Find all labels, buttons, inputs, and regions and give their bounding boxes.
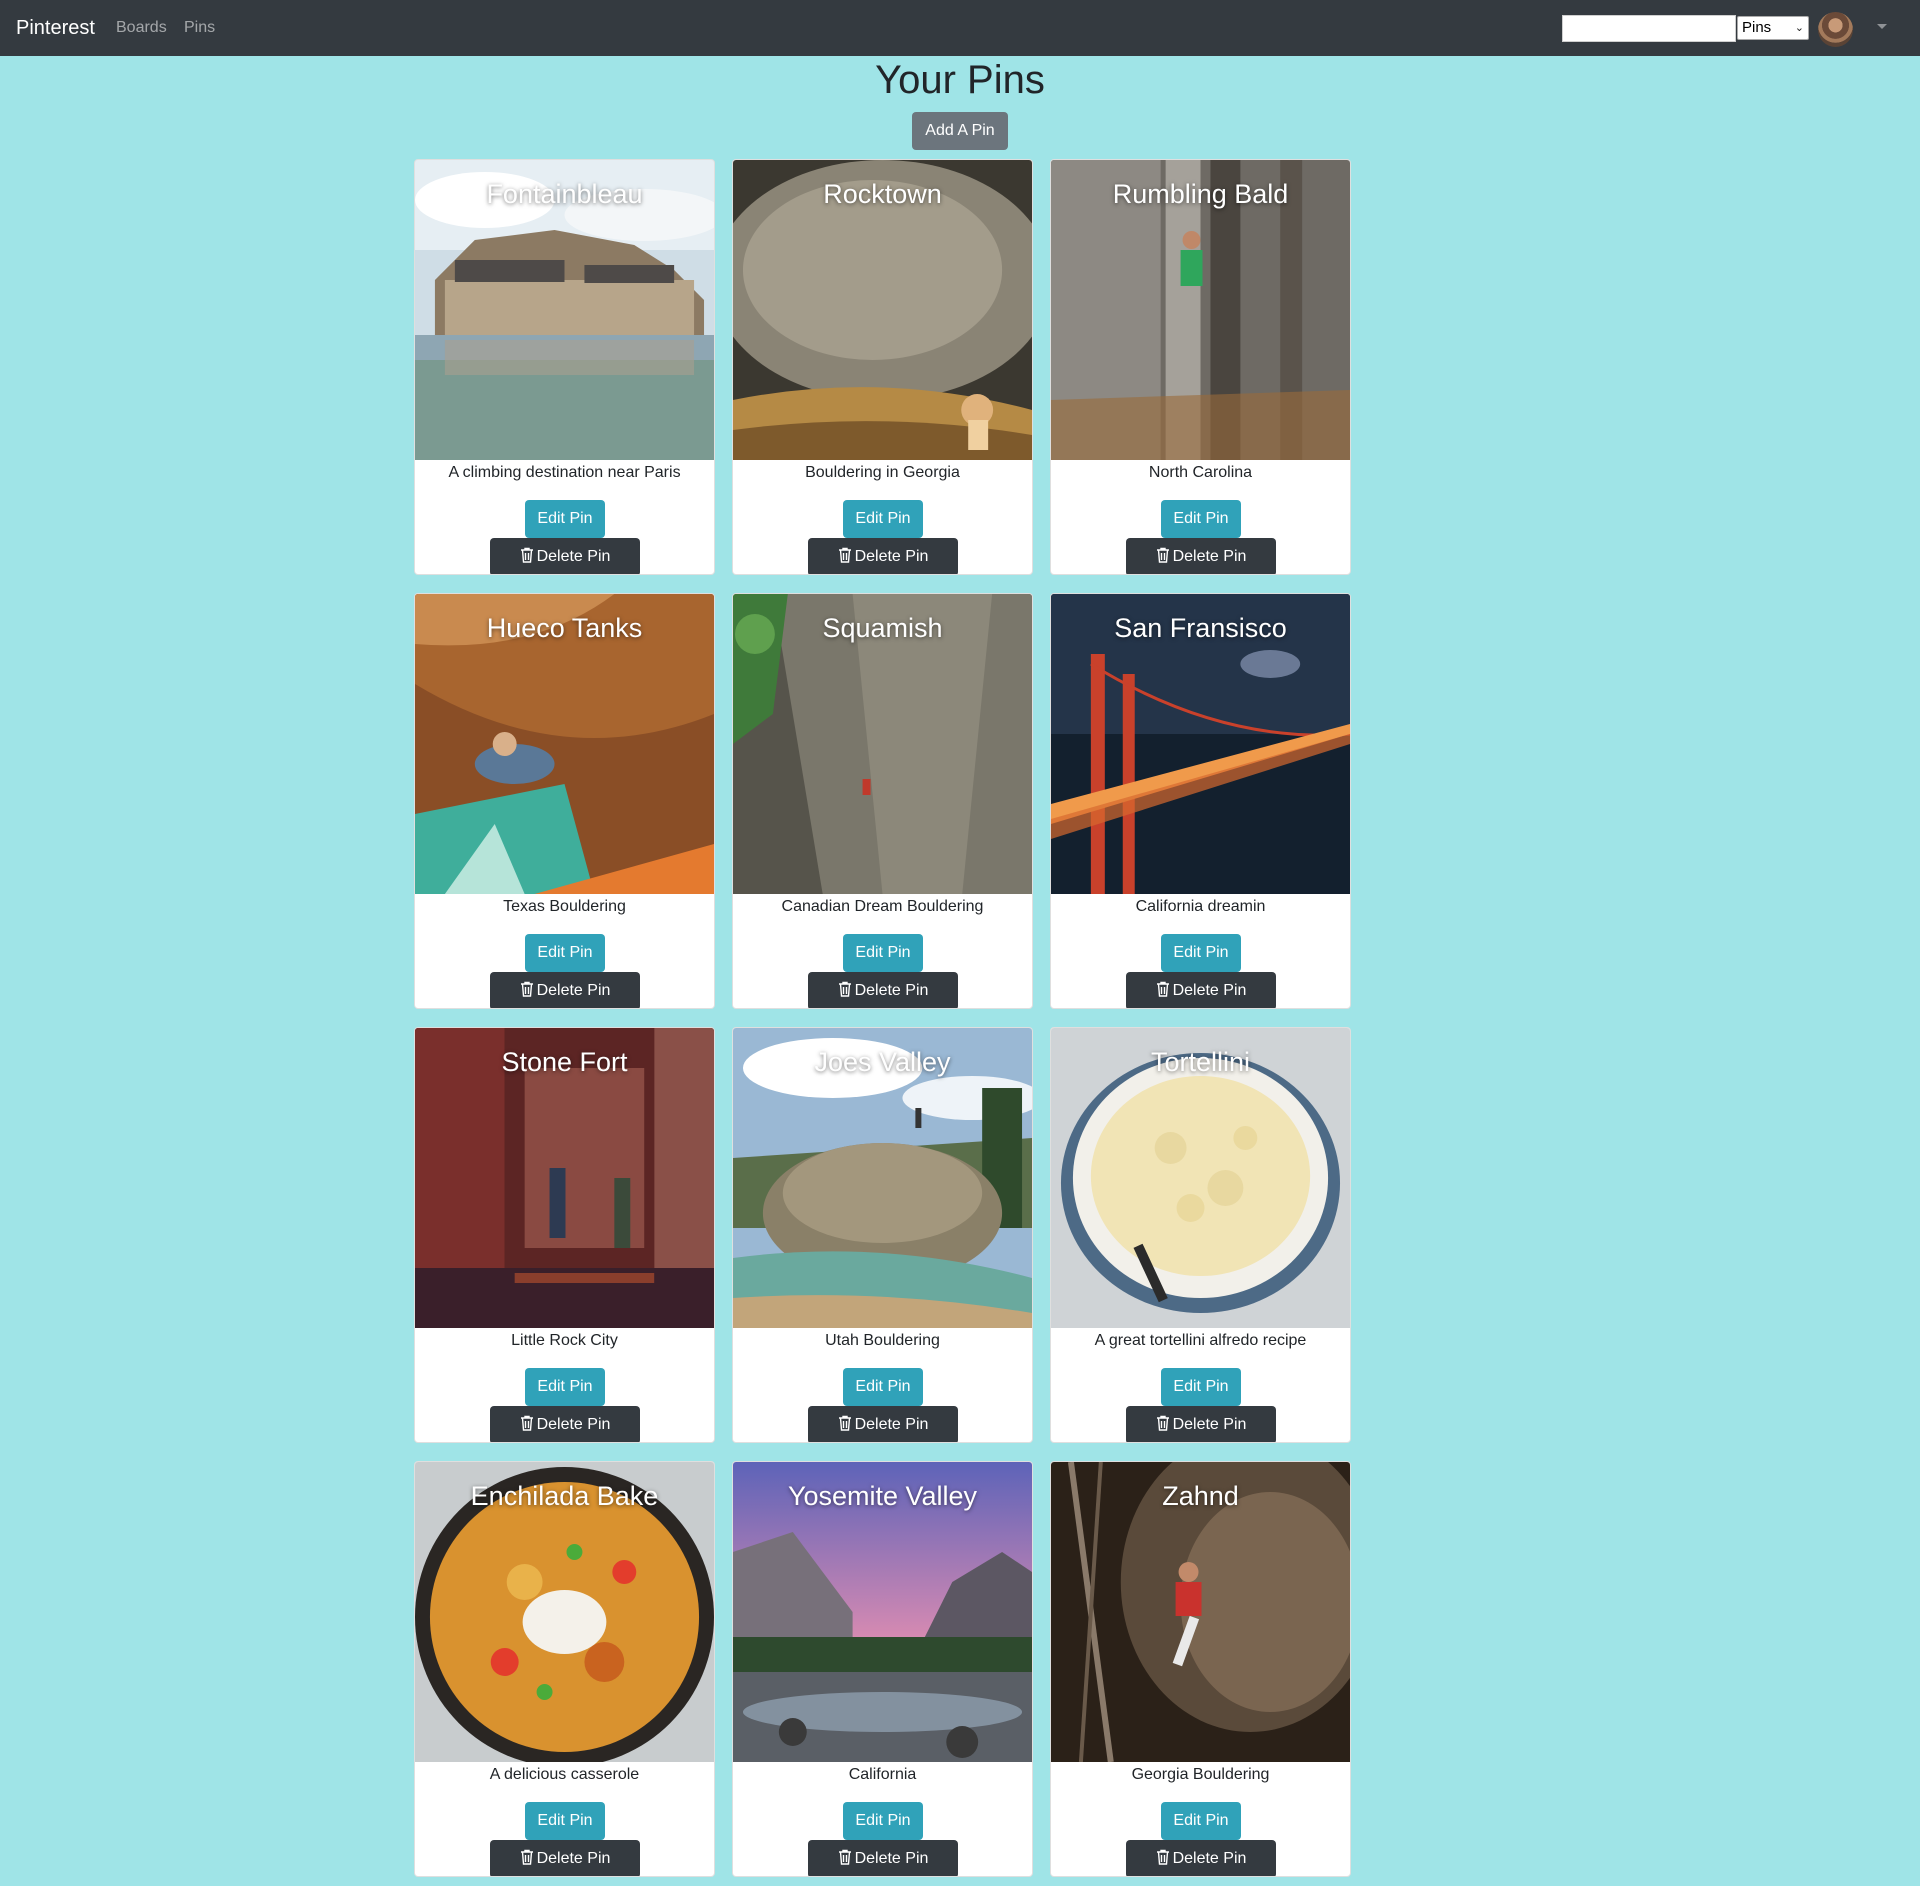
delete-pin-label: Delete Pin [536,1416,611,1433]
delete-pin-label: Delete Pin [1172,548,1247,565]
edit-pin-button[interactable]: Edit Pin [843,934,923,972]
pin-description: A climbing destination near Paris [448,464,681,481]
brand-logo[interactable]: Pinterest [16,15,95,41]
pin-title: Fontainbleau [486,179,643,209]
search-type-select[interactable]: Pins ⌄ [1737,16,1809,40]
edit-pin-button[interactable]: Edit Pin [525,1802,605,1840]
edit-pin-button[interactable]: Edit Pin [525,1368,605,1406]
pin-description: A delicious casserole [489,1766,640,1783]
nav-link-pins[interactable]: Pins [184,18,215,38]
delete-pin-button[interactable]: Delete Pin [490,1406,640,1442]
delete-pin-button[interactable]: Delete Pin [808,538,958,574]
edit-pin-button[interactable]: Edit Pin [1161,1368,1241,1406]
edit-pin-button[interactable]: Edit Pin [843,1802,923,1840]
delete-pin-label: Delete Pin [536,1850,611,1867]
pin-card: Stone Fort Little Rock City Edit Pin Del… [414,1027,715,1443]
delete-pin-label: Delete Pin [536,982,611,999]
delete-pin-label: Delete Pin [536,548,611,565]
pin-description: California dreamin [1135,898,1266,915]
delete-pin-label: Delete Pin [1172,1850,1247,1867]
edit-pin-button[interactable]: Edit Pin [843,1368,923,1406]
delete-pin-button[interactable]: Delete Pin [808,972,958,1008]
pin-description: Bouldering in Georgia [805,464,960,481]
pin-description: California [848,1766,917,1783]
edit-pin-button[interactable]: Edit Pin [525,934,605,972]
pin-card: Fontainbleau A climbing destination near… [414,159,715,575]
delete-pin-label: Delete Pin [854,1416,929,1433]
chevron-down-icon: ⌄ [1794,22,1804,34]
delete-pin-button[interactable]: Delete Pin [1126,1840,1276,1876]
pin-grid: Fontainbleau A climbing destination near… [414,159,1351,1877]
page-title: Your Pins [875,58,1045,102]
delete-pin-button[interactable]: Delete Pin [808,1840,958,1876]
pin-title: Rocktown [823,179,942,209]
trash-icon [520,1415,533,1431]
pin-title: Rumbling Bald [1112,179,1289,209]
search-type-value: Pins [1742,19,1772,36]
delete-pin-label: Delete Pin [854,982,929,999]
pin-card: Enchilada Bake A delicious casserole Edi… [414,1461,715,1877]
pin-title: Stone Fort [501,1047,628,1077]
trash-icon [838,981,851,997]
delete-pin-button[interactable]: Delete Pin [490,972,640,1008]
pin-card: Yosemite Valley California Edit Pin Dele… [732,1461,1033,1877]
delete-pin-label: Delete Pin [1172,1416,1247,1433]
caret-down-icon[interactable] [1877,24,1887,29]
pin-card: Rocktown Bouldering in Georgia Edit Pin … [732,159,1033,575]
trash-icon [838,1849,851,1865]
pin-title: San Fransisco [1114,613,1287,643]
delete-pin-button[interactable]: Delete Pin [490,538,640,574]
pin-card: Zahnd Georgia Bouldering Edit Pin Delete… [1050,1461,1351,1877]
pin-title: Zahnd [1162,1481,1239,1511]
search-input[interactable] [1562,15,1736,42]
trash-icon [1156,1415,1169,1431]
edit-pin-button[interactable]: Edit Pin [1161,500,1241,538]
avatar[interactable] [1818,12,1853,47]
delete-pin-button[interactable]: Delete Pin [808,1406,958,1442]
trash-icon [838,547,851,563]
pin-title: Yosemite Valley [787,1481,978,1511]
trash-icon [520,1849,533,1865]
pin-description: North Carolina [1148,464,1253,481]
pin-title: Tortellini [1150,1047,1251,1077]
trash-icon [1156,981,1169,997]
pin-card: Joes Valley Utah Bouldering Edit Pin Del… [732,1027,1033,1443]
pin-title: Hueco Tanks [486,613,643,643]
trash-icon [838,1415,851,1431]
pin-description: Texas Bouldering [503,898,626,915]
edit-pin-button[interactable]: Edit Pin [1161,1802,1241,1840]
delete-pin-button[interactable]: Delete Pin [1126,538,1276,574]
nav-link-boards[interactable]: Boards [116,18,167,38]
pin-title: Enchilada Bake [470,1481,659,1511]
pin-card: Rumbling Bald North Carolina Edit Pin De… [1050,159,1351,575]
delete-pin-button[interactable]: Delete Pin [1126,1406,1276,1442]
delete-pin-label: Delete Pin [1172,982,1247,999]
delete-pin-button[interactable]: Delete Pin [490,1840,640,1876]
edit-pin-button[interactable]: Edit Pin [525,500,605,538]
delete-pin-label: Delete Pin [854,1850,929,1867]
pin-card: Tortellini A great tortellini alfredo re… [1050,1027,1351,1443]
trash-icon [520,981,533,997]
trash-icon [520,547,533,563]
delete-pin-button[interactable]: Delete Pin [1126,972,1276,1008]
trash-icon [1156,547,1169,563]
pin-description: A great tortellini alfredo recipe [1094,1332,1307,1349]
pin-description: Little Rock City [511,1332,618,1349]
edit-pin-button[interactable]: Edit Pin [1161,934,1241,972]
pin-description: Canadian Dream Bouldering [781,898,984,915]
pin-description: Utah Bouldering [825,1332,940,1349]
pin-card: Squamish Canadian Dream Bouldering Edit … [732,593,1033,1009]
navbar: Pinterest Boards Pins Pins ⌄ [0,0,1920,56]
pin-title: Joes Valley [814,1047,951,1077]
pin-title: Squamish [822,613,943,643]
add-pin-button[interactable]: Add A Pin [912,112,1008,150]
delete-pin-label: Delete Pin [854,548,929,565]
pin-card: San Fransisco California dreamin Edit Pi… [1050,593,1351,1009]
trash-icon [1156,1849,1169,1865]
edit-pin-button[interactable]: Edit Pin [843,500,923,538]
pin-description: Georgia Bouldering [1131,1766,1270,1783]
pin-card: Hueco Tanks Texas Bouldering Edit Pin De… [414,593,715,1009]
